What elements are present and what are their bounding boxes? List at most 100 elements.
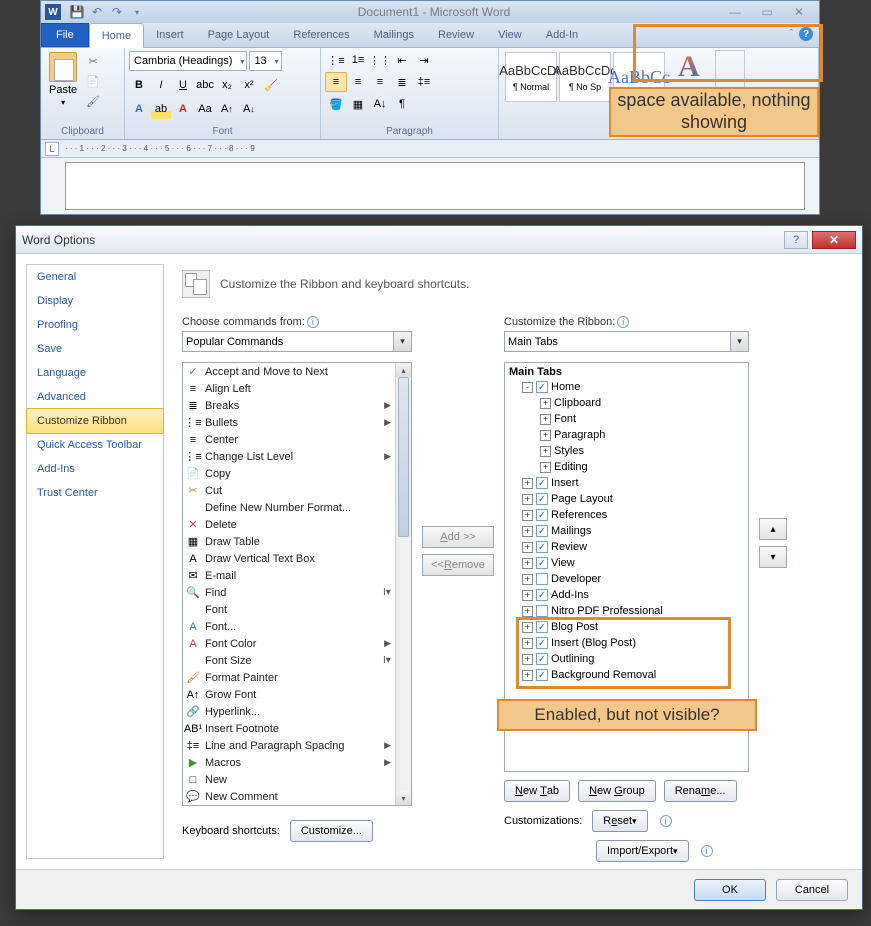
- expander-icon[interactable]: +: [522, 526, 533, 537]
- copy-icon[interactable]: 📄: [84, 72, 102, 90]
- nav-item-language[interactable]: Language: [27, 361, 163, 385]
- format-painter-icon[interactable]: 🖌: [84, 92, 102, 110]
- tab-mailings[interactable]: Mailings: [362, 23, 426, 47]
- nav-item-advanced[interactable]: Advanced: [27, 385, 163, 409]
- nav-item-quick-access-toolbar[interactable]: Quick Access Toolbar: [27, 433, 163, 457]
- qat-undo-icon[interactable]: ↶: [89, 4, 105, 20]
- tab-page-layout[interactable]: Page Layout: [196, 23, 282, 47]
- import-export-button[interactable]: Import/Export: [596, 840, 689, 862]
- tree-checkbox[interactable]: [536, 589, 548, 601]
- tree-item[interactable]: +Editing: [507, 459, 746, 475]
- tree-item[interactable]: +Clipboard: [507, 395, 746, 411]
- tree-checkbox[interactable]: [536, 541, 548, 553]
- numbering-button[interactable]: 1≡: [347, 50, 369, 70]
- text-effects-button[interactable]: A: [129, 99, 149, 119]
- tree-checkbox[interactable]: [536, 493, 548, 505]
- command-item[interactable]: 🔗Hyperlink...: [183, 703, 395, 720]
- minimize-ribbon-icon[interactable]: ˆ: [789, 28, 793, 40]
- nav-item-general[interactable]: General: [27, 265, 163, 289]
- italic-button[interactable]: I: [151, 75, 171, 95]
- move-down-button[interactable]: ▾: [759, 546, 787, 568]
- clear-format-button[interactable]: 🧹: [261, 75, 281, 95]
- tab-file[interactable]: File: [41, 23, 89, 47]
- expander-icon[interactable]: +: [522, 638, 533, 649]
- shrink-font-button[interactable]: A↓: [239, 99, 259, 119]
- expander-icon[interactable]: +: [540, 414, 551, 425]
- command-item[interactable]: ✂Cut: [183, 482, 395, 499]
- tree-checkbox[interactable]: [536, 381, 548, 393]
- dec-indent-button[interactable]: ⇤: [391, 50, 413, 70]
- tree-item[interactable]: +View: [507, 555, 746, 571]
- horizontal-ruler[interactable]: L · · · 1 · · · 2 · · · 3 · · · 4 · · · …: [41, 140, 819, 158]
- multilevel-button[interactable]: ⋮⋮: [369, 50, 391, 70]
- tree-checkbox[interactable]: [536, 605, 548, 617]
- line-spacing-button[interactable]: ‡≡: [413, 72, 435, 92]
- ribbon-scope-combo[interactable]: Main Tabs: [504, 331, 749, 352]
- ok-button[interactable]: OK: [694, 879, 766, 901]
- tree-item[interactable]: +Blog Post: [507, 619, 746, 635]
- command-item[interactable]: ⋮≡Bullets▶: [183, 414, 395, 431]
- expander-icon[interactable]: +: [522, 654, 533, 665]
- inc-indent-button[interactable]: ⇥: [413, 50, 435, 70]
- command-item[interactable]: 📄Copy: [183, 465, 395, 482]
- dialog-close-button[interactable]: ✕: [812, 231, 856, 249]
- info-icon[interactable]: i: [617, 316, 629, 328]
- expander-icon[interactable]: +: [522, 494, 533, 505]
- command-item[interactable]: ⋮≡Change List Level▶: [183, 448, 395, 465]
- command-item[interactable]: 🔍FindI▾: [183, 584, 395, 601]
- command-item[interactable]: A↑Grow Font: [183, 686, 395, 703]
- tree-item[interactable]: +Nitro PDF Professional: [507, 603, 746, 619]
- expander-icon[interactable]: +: [540, 446, 551, 457]
- listbox-scrollbar[interactable]: ▴▾: [395, 363, 411, 805]
- command-item[interactable]: ✉E-mail: [183, 567, 395, 584]
- expander-icon[interactable]: +: [540, 462, 551, 473]
- font-size-combo[interactable]: 13▾: [249, 51, 281, 71]
- add-button[interactable]: AAdd >>dd >>: [422, 526, 494, 548]
- font-color-button[interactable]: A: [173, 99, 193, 119]
- command-item[interactable]: 💬New Comment: [183, 788, 395, 805]
- tree-item[interactable]: +Styles: [507, 443, 746, 459]
- command-item[interactable]: AFont Color▶: [183, 635, 395, 652]
- tab-addins[interactable]: Add-In: [534, 23, 590, 47]
- commands-listbox[interactable]: ✓Accept and Move to Next≡Align Left≣Brea…: [182, 362, 412, 806]
- change-styles-icon[interactable]: A: [678, 50, 700, 84]
- move-up-button[interactable]: ▴: [759, 518, 787, 540]
- nav-item-add-ins[interactable]: Add-Ins: [27, 457, 163, 481]
- document-area[interactable]: [65, 162, 805, 210]
- expander-icon[interactable]: +: [540, 430, 551, 441]
- tree-checkbox[interactable]: [536, 669, 548, 681]
- nav-item-trust-center[interactable]: Trust Center: [27, 481, 163, 505]
- dialog-title-bar[interactable]: Word Options ? ✕: [16, 226, 862, 254]
- tab-references[interactable]: References: [281, 23, 361, 47]
- justify-button[interactable]: ≣: [391, 72, 413, 92]
- new-tab-button[interactable]: New Tab: [504, 780, 570, 802]
- tree-checkbox[interactable]: [536, 509, 548, 521]
- expander-icon[interactable]: +: [522, 510, 533, 521]
- grow-font-button[interactable]: A↑: [217, 99, 237, 119]
- tree-item[interactable]: -Home: [507, 379, 746, 395]
- command-item[interactable]: ‡≡Line and Paragraph Spacing▶: [183, 737, 395, 754]
- command-item[interactable]: AFont...: [183, 618, 395, 635]
- tab-review[interactable]: Review: [426, 23, 486, 47]
- expander-icon[interactable]: +: [522, 558, 533, 569]
- command-item[interactable]: ≡Align Left: [183, 380, 395, 397]
- show-marks-button[interactable]: ¶: [391, 94, 413, 114]
- underline-button[interactable]: U: [173, 75, 193, 95]
- command-item[interactable]: Define New Number Format...: [183, 499, 395, 516]
- tree-checkbox[interactable]: [536, 557, 548, 569]
- command-item[interactable]: ▦Draw Table: [183, 533, 395, 550]
- nav-item-customize-ribbon[interactable]: Customize Ribbon: [26, 408, 164, 434]
- rename-button[interactable]: Rename...: [664, 780, 737, 802]
- cancel-button[interactable]: Cancel: [776, 879, 848, 901]
- tree-item[interactable]: +Review: [507, 539, 746, 555]
- align-center-button[interactable]: ≡: [347, 72, 369, 92]
- expander-icon[interactable]: +: [522, 606, 533, 617]
- tree-item[interactable]: +Font: [507, 411, 746, 427]
- nav-item-display[interactable]: Display: [27, 289, 163, 313]
- info-icon[interactable]: i: [307, 316, 319, 328]
- expander-icon[interactable]: +: [522, 574, 533, 585]
- tree-item[interactable]: +Outlining: [507, 651, 746, 667]
- command-item[interactable]: ADraw Vertical Text Box: [183, 550, 395, 567]
- tab-view[interactable]: View: [486, 23, 534, 47]
- info-icon[interactable]: i: [660, 815, 672, 827]
